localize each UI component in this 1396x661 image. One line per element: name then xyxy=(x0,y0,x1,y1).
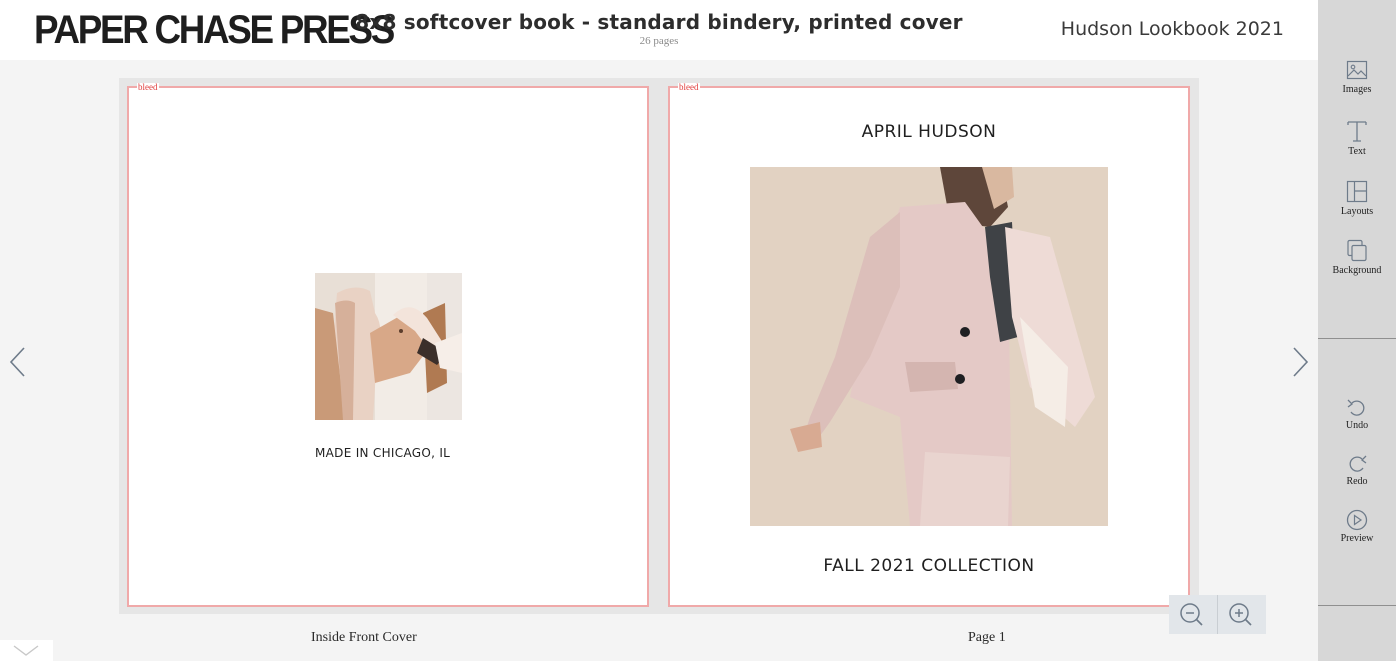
images-tool-button[interactable]: Images xyxy=(1318,58,1396,95)
product-title: 8x8 softcover book - standard bindery, p… xyxy=(355,10,963,34)
project-name[interactable]: Hudson Lookbook 2021 xyxy=(1061,18,1284,40)
bleed-label: bleed xyxy=(678,82,700,92)
undo-label: Undo xyxy=(1345,420,1369,431)
page-strip-toggle[interactable] xyxy=(0,640,53,661)
chevron-left-icon xyxy=(9,347,25,377)
background-tool-button[interactable]: Background xyxy=(1318,238,1396,276)
dress-form-image xyxy=(315,273,462,420)
layouts-tool-button[interactable]: Layouts xyxy=(1318,179,1396,217)
right-page-label: Page 1 xyxy=(968,630,1006,645)
background-icon xyxy=(1347,239,1367,262)
previous-page-button[interactable] xyxy=(8,346,28,378)
zoom-in-icon xyxy=(1229,603,1252,626)
images-tool-label: Images xyxy=(1342,84,1372,95)
preview-button[interactable]: Preview xyxy=(1318,509,1396,544)
background-tool-label: Background xyxy=(1332,265,1382,276)
undo-button[interactable]: Undo xyxy=(1318,396,1396,431)
tool-sidebar: Images Text Layouts Background Undo Redo… xyxy=(1318,0,1396,661)
undo-icon xyxy=(1347,399,1365,416)
top-bar: PAPER CHASE PRESS 8x8 softcover book - s… xyxy=(0,0,1318,60)
right-page[interactable]: bleed APRIL HUDSON FALL 2021 COLLECTION xyxy=(668,82,1190,607)
model-image xyxy=(750,167,1108,526)
zoom-out-button[interactable] xyxy=(1169,595,1217,634)
collection-footer[interactable]: FALL 2021 COLLECTION xyxy=(670,556,1188,576)
next-page-button[interactable] xyxy=(1290,346,1310,378)
sidebar-divider xyxy=(1318,338,1396,339)
tailoring-photo[interactable] xyxy=(315,273,462,420)
preview-label: Preview xyxy=(1340,533,1374,544)
layout-icon xyxy=(1346,180,1368,203)
zoom-in-button[interactable] xyxy=(1218,595,1266,634)
zoom-controls xyxy=(1169,595,1266,634)
text-icon xyxy=(1347,121,1367,142)
chevron-right-icon xyxy=(1293,347,1309,377)
redo-button[interactable]: Redo xyxy=(1318,452,1396,487)
left-page[interactable]: bleed MADE IN CHICAGO, IL xyxy=(127,82,649,607)
redo-icon xyxy=(1349,455,1367,472)
text-tool-label: Text xyxy=(1348,146,1366,157)
redo-label: Redo xyxy=(1346,476,1368,487)
page-count: 26 pages xyxy=(639,35,679,47)
chevron-down-icon xyxy=(13,645,39,656)
page-heading[interactable]: APRIL HUDSON xyxy=(670,122,1188,142)
image-icon xyxy=(1346,60,1368,80)
sidebar-divider-bottom xyxy=(1318,605,1396,606)
fashion-photo[interactable] xyxy=(750,167,1108,526)
play-icon xyxy=(1346,509,1368,531)
bleed-label: bleed xyxy=(137,82,159,92)
text-tool-button[interactable]: Text xyxy=(1318,118,1396,157)
made-in-caption[interactable]: MADE IN CHICAGO, IL xyxy=(315,446,450,460)
layouts-tool-label: Layouts xyxy=(1340,206,1374,217)
left-page-label: Inside Front Cover xyxy=(311,630,417,645)
zoom-out-icon xyxy=(1180,603,1203,626)
